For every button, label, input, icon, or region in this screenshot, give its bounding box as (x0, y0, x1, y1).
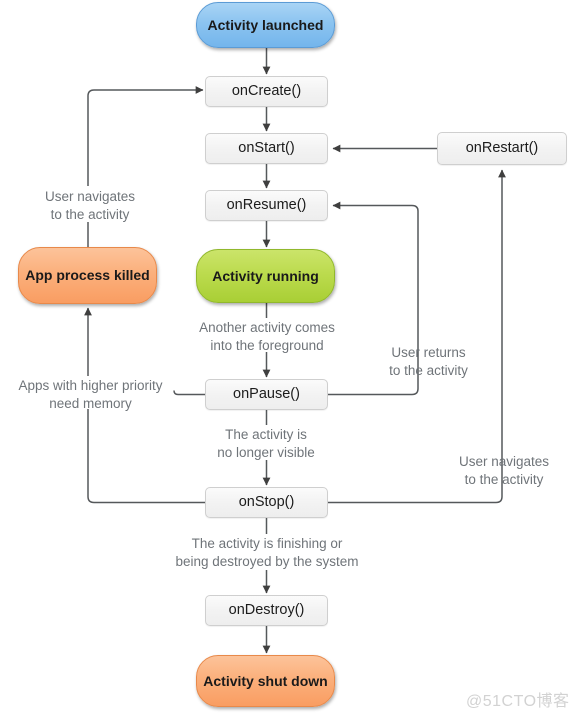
node-on-start[interactable]: onStart() (205, 133, 328, 164)
node-on-resume[interactable]: onResume() (205, 190, 328, 221)
caption-apps-higher-priority: Apps with higher priority need memory (18, 378, 163, 412)
node-on-pause[interactable]: onPause() (205, 379, 328, 410)
node-on-destroy[interactable]: onDestroy() (205, 595, 328, 626)
node-app-process-killed[interactable]: App process killed (18, 247, 157, 304)
node-on-stop[interactable]: onStop() (205, 487, 328, 518)
caption-user-returns: User returns to the activity (389, 345, 468, 379)
caption-activity-no-longer-visible: The activity is no longer visible (217, 427, 315, 461)
activity-lifecycle-diagram: Activity launched onCreate() onStart() o… (0, 0, 574, 719)
node-on-create[interactable]: onCreate() (205, 76, 328, 107)
node-activity-running[interactable]: Activity running (196, 249, 335, 303)
caption-activity-finishing: The activity is finishing or being destr… (175, 536, 359, 570)
node-activity-shut-down[interactable]: Activity shut down (196, 655, 335, 707)
watermark: @51CTO博客 (466, 693, 570, 710)
caption-user-navigates-left: User navigates to the activity (44, 189, 136, 223)
edge-pause-left-stub (173, 390, 205, 396)
node-on-restart[interactable]: onRestart() (437, 132, 567, 165)
edge-killed-to-create-upper (87, 86, 204, 186)
caption-another-activity-foreground: Another activity comes into the foregrou… (199, 320, 335, 354)
node-activity-launched[interactable]: Activity launched (196, 2, 335, 48)
edge-stop-to-killed-lower (87, 409, 205, 504)
caption-user-navigates-right: User navigates to the activity (458, 454, 550, 488)
